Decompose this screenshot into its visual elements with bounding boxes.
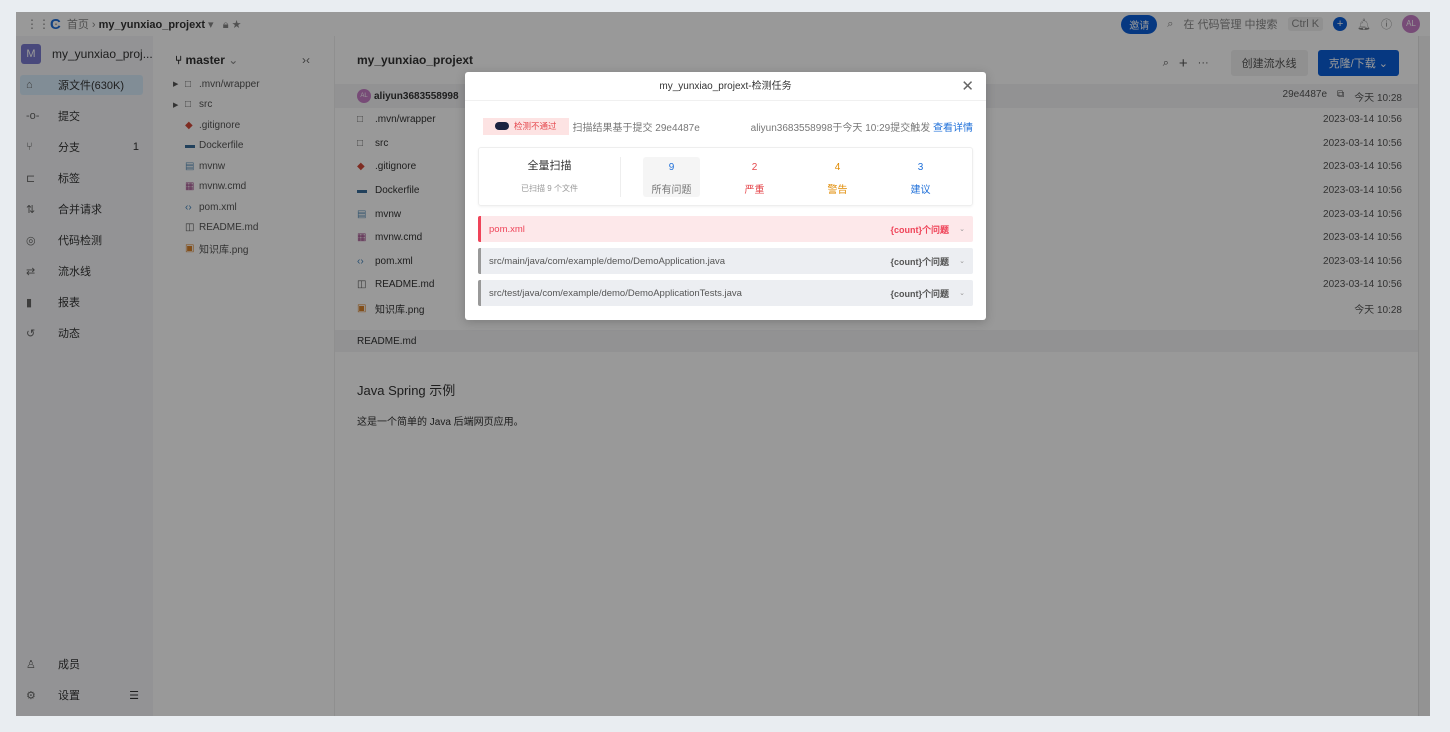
stat-value: 2 xyxy=(751,161,758,173)
scan-summary: 全量扫描已扫描 9 个文件 9 所有问题 2 严重 4 警告 3 建议 xyxy=(478,147,973,206)
issue-file-row[interactable]: pom.xml {count}个问题 ⌄ xyxy=(478,216,973,242)
issue-file-path: src/test/java/com/example/demo/DemoAppli… xyxy=(489,287,742,299)
status-badge: 检测不通过 xyxy=(483,117,569,135)
stat-value: 4 xyxy=(834,161,841,173)
stat-value: 9 xyxy=(668,161,675,173)
issue-file-row[interactable]: src/test/java/com/example/demo/DemoAppli… xyxy=(478,280,973,306)
chevron-down-icon[interactable]: ⌄ xyxy=(959,289,965,297)
status-dot-icon xyxy=(495,122,509,130)
issue-file-row[interactable]: src/main/java/com/example/demo/DemoAppli… xyxy=(478,248,973,274)
stat-value: 3 xyxy=(917,161,924,173)
dialog-title: my_yunxiao_projext-检测任务 xyxy=(465,72,986,101)
stat-label: 警告 xyxy=(827,184,848,196)
stat-filter[interactable]: 4 警告 xyxy=(809,157,866,197)
scanned-count: 已扫描 9 个文件 xyxy=(521,183,578,193)
status-text: 检测不通过 xyxy=(514,120,557,131)
stat-label: 建议 xyxy=(910,184,931,196)
scan-type: 全量扫描 xyxy=(527,159,572,172)
scan-basis: 扫描结果基于提交 29e4487e xyxy=(572,122,700,134)
stat-label: 所有问题 xyxy=(651,184,692,196)
stat-label: 严重 xyxy=(744,184,765,196)
stat-filter[interactable]: 3 建议 xyxy=(892,157,949,197)
issue-count: {count}个问题 xyxy=(890,256,949,267)
view-details-link[interactable]: 查看详情 xyxy=(933,123,973,134)
chevron-down-icon[interactable]: ⌄ xyxy=(959,257,965,265)
issue-file-path: src/main/java/com/example/demo/DemoAppli… xyxy=(489,255,726,267)
stat-filter[interactable]: 9 所有问题 xyxy=(643,156,700,197)
scan-task-dialog: my_yunxiao_projext-检测任务 ✕ 检测不通过 扫描结果基于提交… xyxy=(465,72,986,320)
issue-count: {count}个问题 xyxy=(890,288,949,299)
trigger-info: aliyun3683558998于今天 10:29提交触发 xyxy=(750,122,931,134)
issue-count: {count}个问题 xyxy=(890,224,949,235)
close-icon[interactable]: ✕ xyxy=(961,77,974,95)
issue-file-path: pom.xml xyxy=(489,223,525,235)
chevron-down-icon[interactable]: ⌄ xyxy=(959,225,965,233)
stat-filter[interactable]: 2 严重 xyxy=(726,157,783,197)
